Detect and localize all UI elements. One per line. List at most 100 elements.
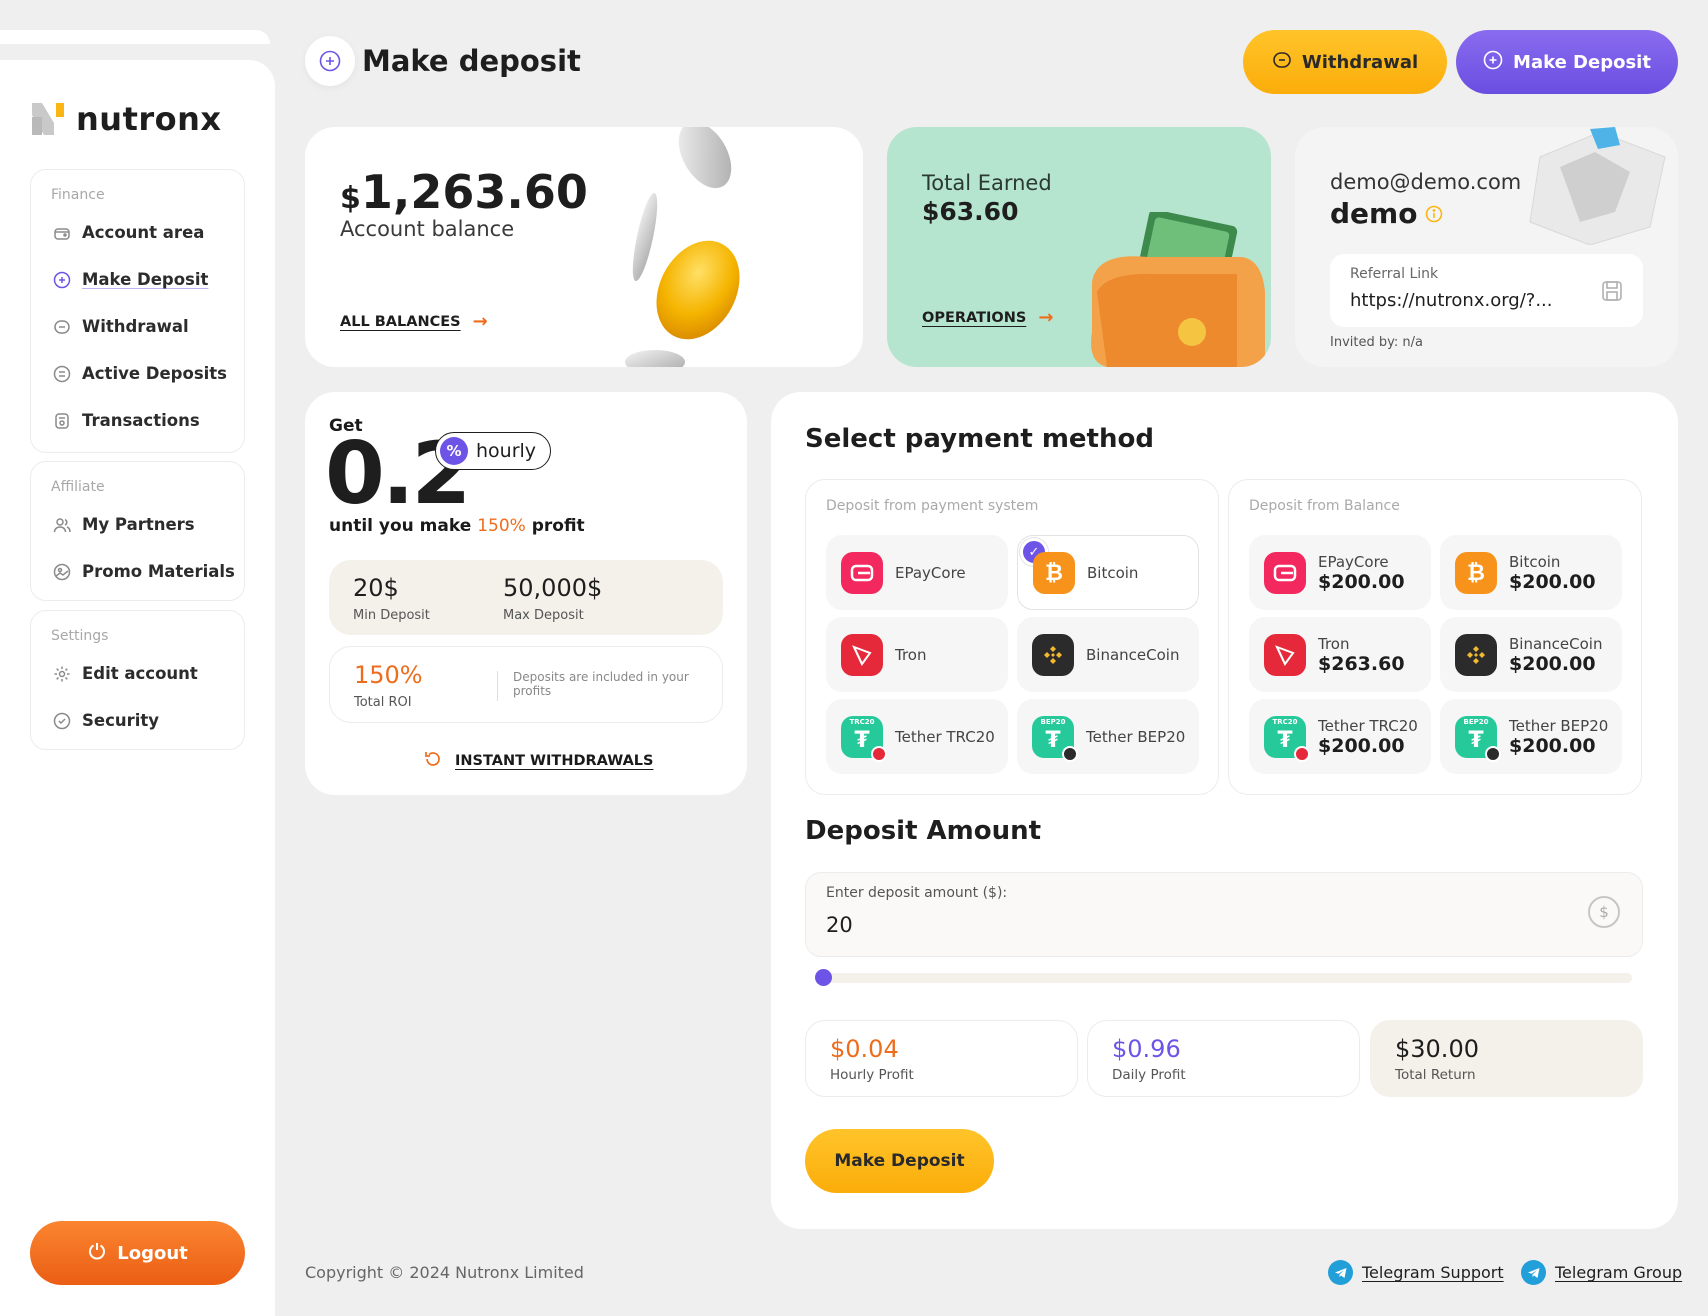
method-name: Tether BEP20 [1509,716,1609,735]
bitcoin-icon: ₿ [1033,551,1075,594]
binance-icon [1455,633,1497,676]
tether-glyph: ₮ [1277,728,1293,753]
telegram-group-label: Telegram Group [1555,1263,1683,1282]
plan-period-pill: % hourly [435,432,552,470]
balance-tile-bitcoin[interactable]: ₿ Bitcoin $200.00 [1440,535,1622,610]
list-icon [53,365,71,383]
method-name: Bitcoin [1509,552,1561,571]
sidebar-item-edit-account[interactable]: Edit account [31,650,244,697]
payment-method-title: Select payment method [805,424,1154,454]
copy-icon[interactable] [1601,280,1623,306]
arrow-right-icon: → [472,311,488,332]
balance-tile-tether-trc20[interactable]: TRC20 ₮ Tether TRC20 $200.00 [1249,699,1431,774]
binance-badge-icon [1062,745,1078,762]
sidebar-item-active-deposits[interactable]: Active Deposits [31,350,244,397]
sidebar-item-security[interactable]: Security [31,697,244,744]
deposit-slider-track[interactable] [815,973,1632,983]
tether-bep20-icon: BEP20 ₮ [1032,715,1078,762]
balance-tile-text: BinanceCoin $200.00 [1509,635,1602,675]
sidebar-item-label: Transactions [82,411,200,430]
epaycore-icon [1264,551,1306,594]
plus-circle-icon [1483,50,1503,75]
method-tile-tether-bep20[interactable]: BEP20 ₮ Tether BEP20 [1017,699,1199,774]
balance-currency: $ [340,181,361,216]
hourly-profit-value: $0.04 [830,1035,899,1063]
withdrawal-button[interactable]: Withdrawal [1243,30,1447,94]
telegram-group-link[interactable]: Telegram Group [1521,1260,1682,1285]
method-tile-tether-trc20[interactable]: TRC20 ₮ Tether TRC20 [826,699,1008,774]
make-deposit-header-label: Make Deposit [1513,51,1651,73]
deposit-amount-input[interactable] [826,913,1426,937]
balance-tile-tether-bep20[interactable]: BEP20 ₮ Tether BEP20 $200.00 [1440,699,1622,774]
operations-link[interactable]: OPERATIONS → [922,307,1053,328]
make-deposit-header-button[interactable]: Make Deposit [1456,30,1678,94]
balance-value: 1,263.60 [360,165,588,219]
info-icon[interactable] [1425,197,1443,230]
deposit-slider-handle[interactable] [815,969,832,986]
nav-group-title: Finance [51,187,105,203]
all-balances-link[interactable]: ALL BALANCES → [340,311,488,332]
telegram-icon [1328,1260,1353,1285]
plus-circle-icon [53,271,71,289]
nav-group-title: Affiliate [51,479,105,495]
username-text: demo [1330,197,1418,230]
method-tile-bitcoin[interactable]: ✓ ₿ Bitcoin [1017,535,1199,610]
sidebar-item-promo-materials[interactable]: Promo Materials [31,548,244,595]
referral-link-box[interactable]: Referral Link https://nutronx.org/?... [1330,254,1643,327]
copyright-text: Copyright © 2024 Nutronx Limited [305,1263,584,1282]
instant-withdrawals-label: INSTANT WITHDRAWALS [455,753,654,769]
telegram-support-link[interactable]: Telegram Support [1328,1260,1504,1285]
method-name: Tron [1318,634,1350,653]
tether-glyph: ₮ [854,728,870,753]
make-deposit-button[interactable]: Make Deposit [805,1129,994,1193]
hourly-profit-box: $0.04 Hourly Profit [805,1020,1078,1097]
profile-email: demo@demo.com [1330,170,1522,194]
balance-tile-epaycore[interactable]: EPayCore $200.00 [1249,535,1431,610]
tether-glyph: ₮ [1045,728,1061,753]
logo-text: nutronx [76,100,222,138]
balance-tile-tron[interactable]: Tron $263.60 [1249,617,1431,692]
total-return-value: $30.00 [1395,1035,1479,1063]
sidebar-item-transactions[interactable]: Transactions [31,397,244,444]
method-amount: $200.00 [1509,652,1596,675]
tether-glyph: ₮ [1468,728,1484,753]
panel-title: Deposit from Balance [1249,498,1400,514]
tether-trc20-icon: TRC20 ₮ [1264,715,1310,762]
balance-panel: Deposit from Balance EPayCore $200.00 ₿ … [1228,479,1642,795]
tron-icon [841,633,883,676]
binance-badge-icon [1485,745,1501,762]
method-tile-binancecoin[interactable]: BinanceCoin [1017,617,1199,692]
binance-icon [1032,633,1074,676]
referral-link-value[interactable]: https://nutronx.org/?... [1350,290,1580,311]
brand-logo[interactable]: nutronx [30,100,222,138]
logo-mark-icon [30,101,66,137]
withdraw-icon [53,318,71,336]
users-icon [53,516,71,534]
method-name: Tether BEP20 [1086,727,1186,746]
wallet-icon [53,224,71,242]
method-name: EPayCore [895,563,966,582]
sidebar-item-label: Edit account [82,664,198,683]
deposit-amount-field[interactable]: Enter deposit amount ($): $ [805,872,1643,957]
roi-label: Total ROI [354,695,412,710]
sidebar-item-withdrawal[interactable]: Withdrawal [31,303,244,350]
roi-box: 150% Total ROI Deposits are included in … [329,646,723,723]
logout-button[interactable]: Logout [30,1221,245,1285]
daily-profit-value: $0.96 [1112,1035,1181,1063]
sidebar-item-my-partners[interactable]: My Partners [31,501,244,548]
method-tile-epaycore[interactable]: EPayCore [826,535,1008,610]
plan-until-suffix: profit [531,516,585,536]
sidebar-item-label: Promo Materials [82,562,235,581]
plan-until-prefix: until you make [329,516,472,536]
tron-badge-icon [871,745,887,762]
sidebar-item-make-deposit[interactable]: Make Deposit [31,256,244,303]
nav-group-affiliate: Affiliate My Partners Promo Materials [30,461,245,601]
balance-tile-text: Tether TRC20 $200.00 [1318,717,1418,757]
sidebar-item-account-area[interactable]: Account area [31,209,244,256]
tether-trc20-icon: TRC20 ₮ [841,715,887,762]
instant-withdrawals-link[interactable]: INSTANT WITHDRAWALS [423,749,653,773]
method-amount: $200.00 [1318,570,1405,593]
balance-amount: $1,263.60 [340,165,588,219]
method-tile-tron[interactable]: Tron [826,617,1008,692]
balance-tile-binancecoin[interactable]: BinanceCoin $200.00 [1440,617,1622,692]
